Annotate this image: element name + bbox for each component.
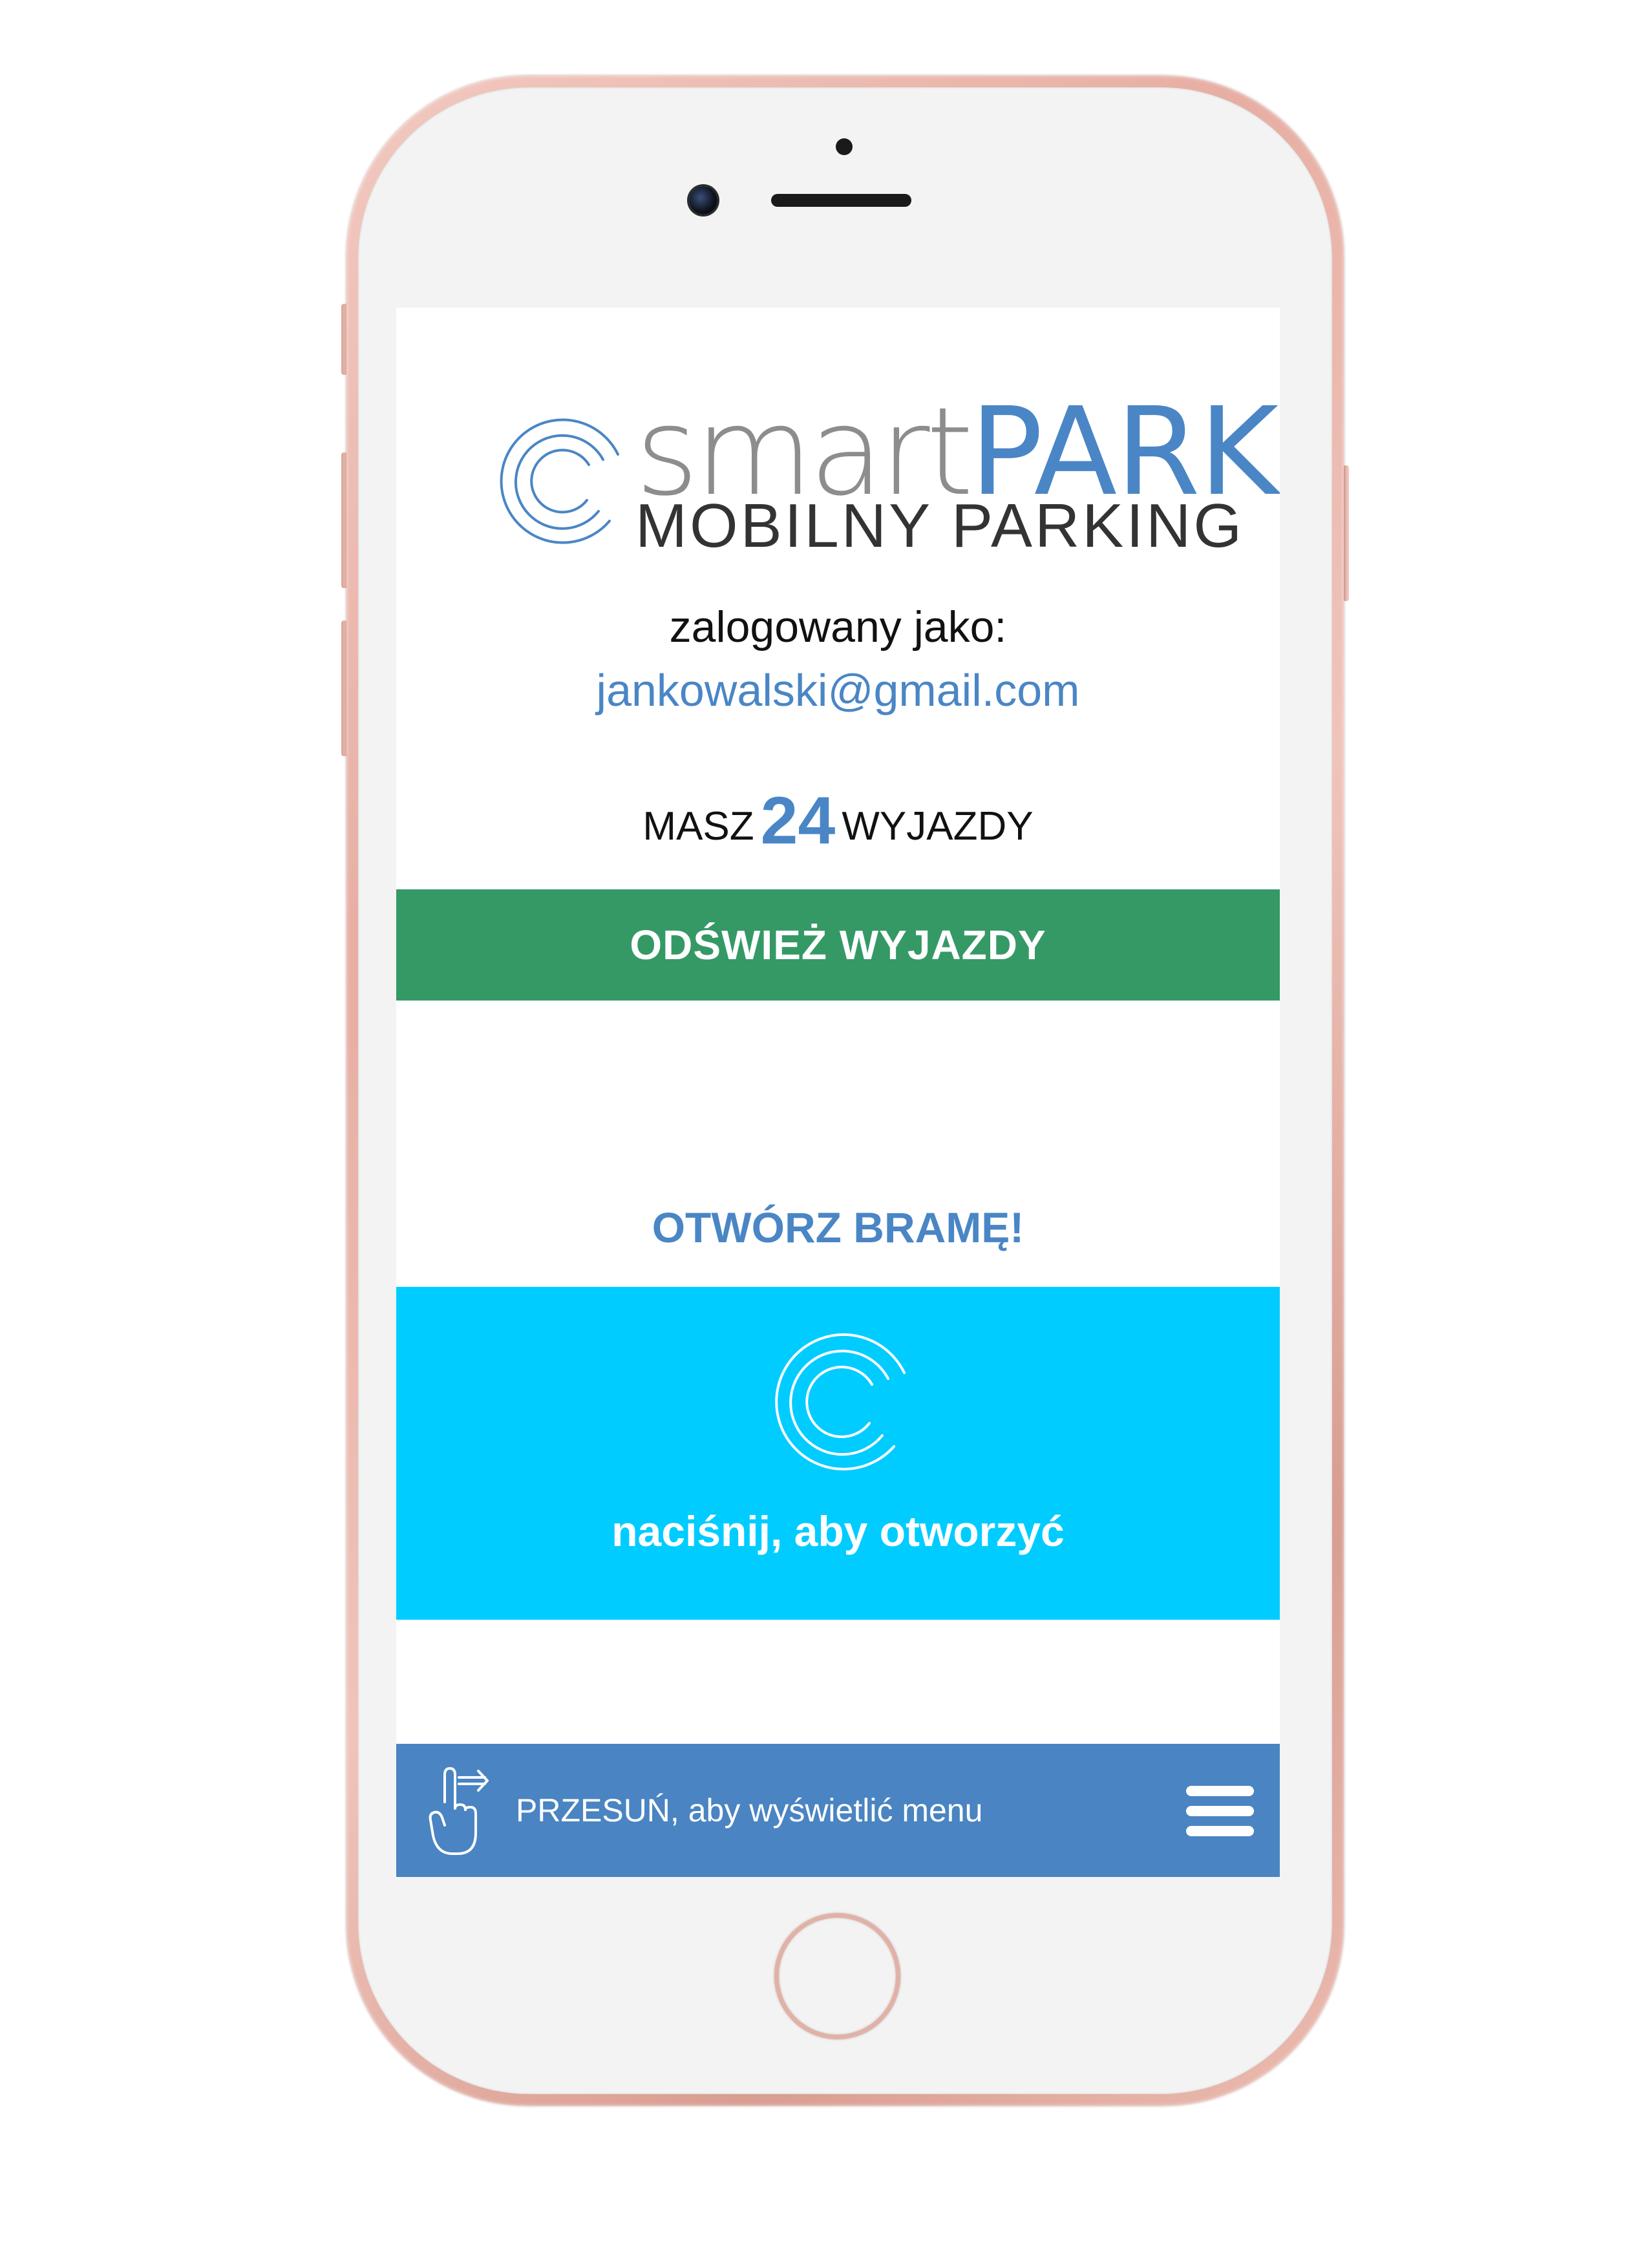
front-camera-icon (689, 186, 717, 215)
trips-count: 24 (760, 783, 836, 858)
trips-suffix: WYJAZDY (842, 804, 1034, 849)
brand-logo: smartPARK MOBILNY PARKING (496, 388, 1279, 557)
hamburger-menu-icon[interactable] (1186, 1786, 1254, 1836)
bottom-menu-bar[interactable]: PRZESUŃ, aby wyświetlić menu (396, 1744, 1280, 1877)
trips-counter: MASZ24 WYJAZDY (396, 783, 1280, 860)
swipe-menu-hint: PRZESUŃ, aby wyświetlić menu (516, 1792, 983, 1828)
app-screen: smartPARK MOBILNY PARKING zalogowany jak… (396, 308, 1280, 1877)
trips-prefix: MASZ (642, 804, 754, 849)
refresh-trips-button[interactable]: ODŚWIEŻ WYJAZDY (396, 889, 1280, 1001)
earpiece-speaker (771, 194, 911, 207)
open-gate-hint: naciśnij, aby otworzyć (611, 1507, 1065, 1555)
smartpark-logo-icon (500, 418, 619, 544)
logged-in-label: zalogowany jako: (669, 602, 1007, 652)
proximity-sensor (836, 138, 853, 155)
home-button[interactable] (774, 1913, 900, 2039)
open-gate-button[interactable]: naciśnij, aby otworzyć (396, 1287, 1280, 1620)
smartpark-gate-icon (775, 1333, 906, 1470)
user-email: jankowalski@gmail.com (596, 665, 1080, 715)
open-gate-title: OTWÓRZ BRAMĘ! (652, 1203, 1024, 1251)
swipe-hand-icon (429, 1767, 489, 1855)
brand-subtitle: MOBILNY PARKING (635, 491, 1244, 560)
